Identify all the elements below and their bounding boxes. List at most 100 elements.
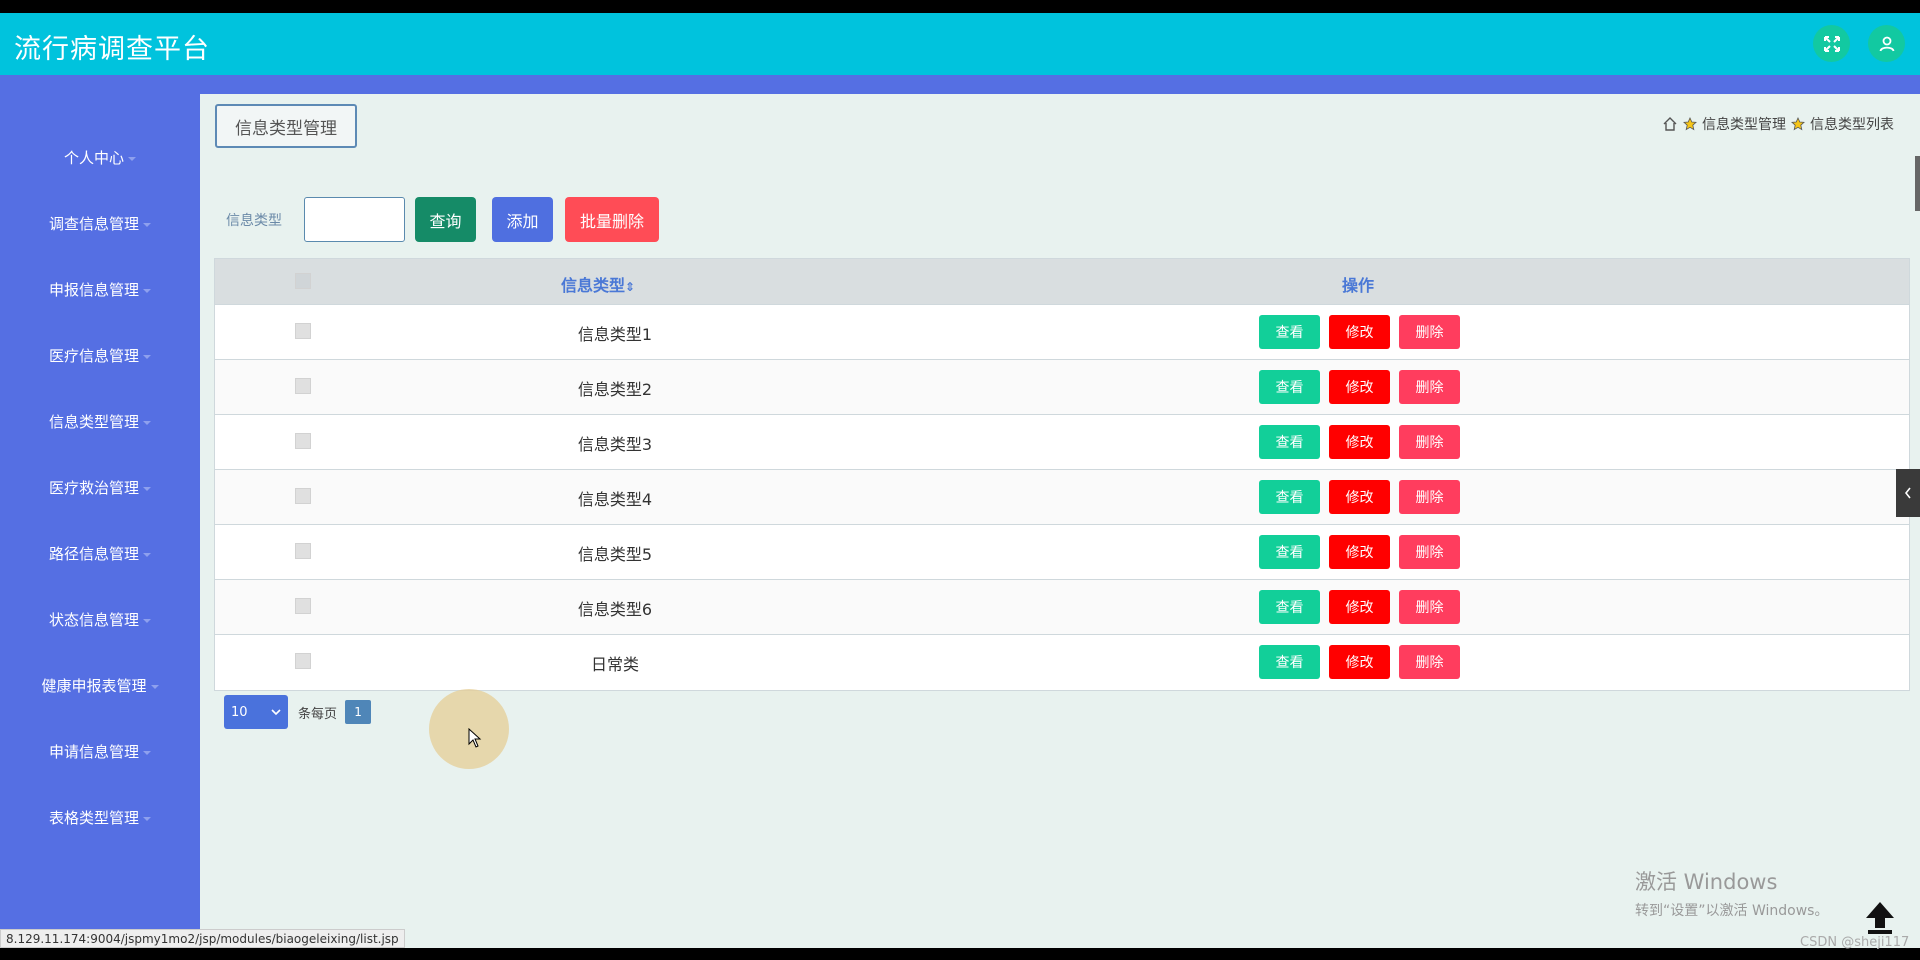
header-band <box>0 75 1920 94</box>
delete-button[interactable]: 删除 <box>1399 480 1460 514</box>
caret-down-icon <box>143 552 151 557</box>
edit-button[interactable]: 修改 <box>1329 535 1390 569</box>
sidebar-item-info-type[interactable]: 信息类型管理 <box>0 411 200 432</box>
main-content: 信息类型管理 信息类型管理 信息类型列表 信息类型 查询 添加 批量删除 信息类… <box>200 94 1920 948</box>
edit-button[interactable]: 修改 <box>1329 645 1390 679</box>
home-icon[interactable] <box>1662 116 1678 132</box>
add-button[interactable]: 添加 <box>492 197 553 242</box>
pagination: 10 条每页 1 <box>224 695 372 729</box>
star-icon <box>1683 117 1697 131</box>
edit-button[interactable]: 修改 <box>1329 480 1390 514</box>
caret-down-icon <box>143 618 151 623</box>
app-title: 流行病调查平台 <box>14 34 210 65</box>
page-title: 信息类型管理 <box>215 104 357 148</box>
sidebar: 个人中心 调查信息管理 申报信息管理 医疗信息管理 信息类型管理 医疗救治管理 … <box>0 94 200 948</box>
table-row: 信息类型2 查看 修改 删除 <box>215 360 1909 415</box>
info-type-table: 信息类型⇕ 操作 信息类型1 查看 修改 删除 信息类型2 查看 修改 删除 信… <box>214 258 1910 691</box>
view-button[interactable]: 查看 <box>1259 315 1320 349</box>
query-button[interactable]: 查询 <box>415 197 476 242</box>
sidebar-item-route-info[interactable]: 路径信息管理 <box>0 543 200 564</box>
caret-down-icon <box>128 156 136 161</box>
sidebar-item-label: 表格类型管理 <box>48 809 139 827</box>
view-button[interactable]: 查看 <box>1259 370 1320 404</box>
row-checkbox[interactable] <box>295 378 311 394</box>
fullscreen-button[interactable] <box>1813 25 1850 62</box>
sidebar-item-label: 医疗救治管理 <box>48 479 139 497</box>
sidebar-item-declaration-info[interactable]: 申报信息管理 <box>0 279 200 300</box>
sidebar-item-label: 路径信息管理 <box>48 545 139 563</box>
info-type-cell: 信息类型1 <box>577 325 653 344</box>
column-header-ops: 操作 <box>1342 276 1375 295</box>
delete-button[interactable]: 删除 <box>1399 535 1460 569</box>
sidebar-item-medical-treatment[interactable]: 医疗救治管理 <box>0 477 200 498</box>
delete-button[interactable]: 删除 <box>1399 645 1460 679</box>
select-all-checkbox[interactable] <box>295 273 311 289</box>
info-type-cell: 信息类型6 <box>577 600 653 619</box>
back-to-top-icon[interactable] <box>1860 898 1900 938</box>
page-number-button[interactable]: 1 <box>345 700 372 724</box>
row-checkbox[interactable] <box>295 488 311 504</box>
csdn-watermark: CSDN @sheji117 <box>1800 935 1910 950</box>
windows-activation-watermark: 激活 Windows 转到“设置”以激活 Windows。 <box>1635 866 1828 920</box>
side-panel-toggle[interactable] <box>1896 469 1920 517</box>
caret-down-icon <box>143 486 151 491</box>
breadcrumb: 信息类型管理 信息类型列表 <box>1662 114 1894 134</box>
delete-button[interactable]: 删除 <box>1399 425 1460 459</box>
row-checkbox[interactable] <box>295 653 311 669</box>
sidebar-item-survey-info[interactable]: 调查信息管理 <box>0 213 200 234</box>
sidebar-item-label: 调查信息管理 <box>48 215 139 233</box>
info-type-search-input[interactable] <box>304 197 405 242</box>
breadcrumb-item-type-list: 信息类型列表 <box>1810 117 1894 133</box>
sort-icon: ⇕ <box>625 280 636 294</box>
page-size-select[interactable]: 10 <box>224 695 288 729</box>
breadcrumb-item-type-manage[interactable]: 信息类型管理 <box>1702 114 1786 134</box>
row-checkbox[interactable] <box>295 323 311 339</box>
edit-button[interactable]: 修改 <box>1329 315 1390 349</box>
user-button[interactable] <box>1868 25 1905 62</box>
caret-down-icon <box>143 750 151 755</box>
column-header-type-label: 信息类型 <box>561 276 626 295</box>
sidebar-item-label: 医疗信息管理 <box>48 347 139 365</box>
delete-button[interactable]: 删除 <box>1399 590 1460 624</box>
sidebar-item-application-info[interactable]: 申请信息管理 <box>0 741 200 762</box>
row-checkbox[interactable] <box>295 433 311 449</box>
table-row: 信息类型5 查看 修改 删除 <box>215 525 1909 580</box>
view-button[interactable]: 查看 <box>1259 535 1320 569</box>
status-bar-url: 8.129.11.174:9004/jspmy1mo2/jsp/modules/… <box>0 929 405 948</box>
sidebar-item-personal-center[interactable]: 个人中心 <box>0 147 200 168</box>
row-checkbox[interactable] <box>295 543 311 559</box>
search-label: 信息类型 <box>226 213 282 229</box>
edit-button[interactable]: 修改 <box>1329 370 1390 404</box>
sidebar-item-label: 状态信息管理 <box>48 611 139 629</box>
delete-button[interactable]: 删除 <box>1399 315 1460 349</box>
app-window: 流行病调查平台 个人中心 调查信息管理 申报信息管理 医疗信息管理 信息类型管理… <box>0 13 1920 948</box>
view-button[interactable]: 查看 <box>1259 590 1320 624</box>
batch-delete-button[interactable]: 批量删除 <box>565 197 659 242</box>
user-icon <box>1879 36 1894 51</box>
view-button[interactable]: 查看 <box>1259 480 1320 514</box>
sidebar-item-label: 申报信息管理 <box>48 281 139 299</box>
sidebar-item-health-declaration[interactable]: 健康申报表管理 <box>0 675 200 696</box>
chevron-down-icon <box>271 708 281 715</box>
edit-button[interactable]: 修改 <box>1329 590 1390 624</box>
view-button[interactable]: 查看 <box>1259 425 1320 459</box>
column-header-type[interactable]: 信息类型⇕ <box>561 272 635 296</box>
watermark-title: 激活 Windows <box>1635 870 1778 894</box>
delete-button[interactable]: 删除 <box>1399 370 1460 404</box>
watermark-subtitle: 转到“设置”以激活 Windows。 <box>1635 903 1829 919</box>
edit-button[interactable]: 修改 <box>1329 425 1390 459</box>
sidebar-item-label: 信息类型管理 <box>48 413 139 431</box>
sidebar-item-form-type[interactable]: 表格类型管理 <box>0 807 200 828</box>
row-checkbox[interactable] <box>295 598 311 614</box>
sidebar-item-status-info[interactable]: 状态信息管理 <box>0 609 200 630</box>
caret-down-icon <box>143 354 151 359</box>
table-row: 信息类型4 查看 修改 删除 <box>215 470 1909 525</box>
scrollbar[interactable] <box>1915 156 1920 211</box>
info-type-cell: 信息类型4 <box>577 490 653 509</box>
fullscreen-icon <box>1823 35 1840 52</box>
star-icon <box>1791 117 1805 131</box>
sidebar-item-medical-info[interactable]: 医疗信息管理 <box>0 345 200 366</box>
caret-down-icon <box>150 684 159 689</box>
caret-down-icon <box>143 288 151 293</box>
view-button[interactable]: 查看 <box>1259 645 1320 679</box>
